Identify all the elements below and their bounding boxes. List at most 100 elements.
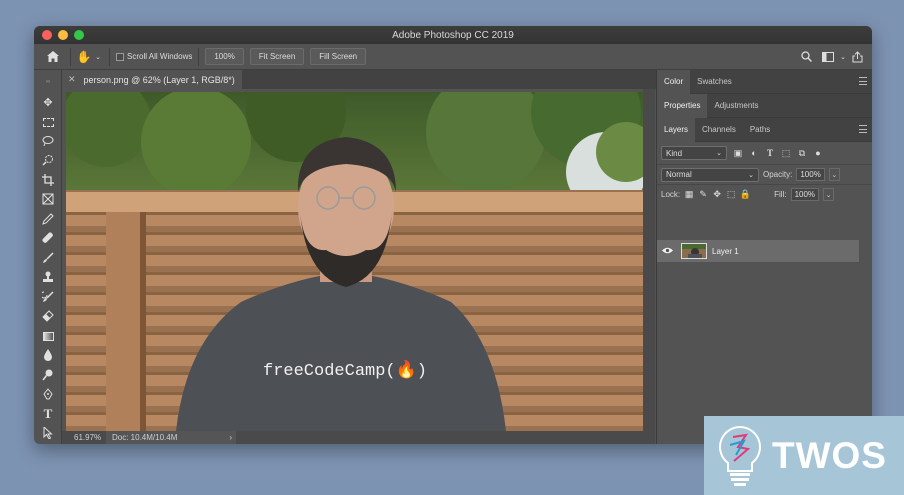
- healing-icon[interactable]: [40, 230, 56, 246]
- tab-properties[interactable]: Properties: [657, 93, 708, 118]
- filter-kind-value: Kind: [666, 148, 683, 158]
- zoom-100-button[interactable]: 100%: [205, 48, 244, 65]
- watermark-text: TWOS: [772, 434, 887, 476]
- home-icon[interactable]: [42, 51, 64, 62]
- frame-icon[interactable]: [40, 191, 56, 207]
- document-tab-title: person.png @ 62% (Layer 1, RGB/8*): [83, 74, 235, 85]
- smart-object-filter-icon[interactable]: ⧉: [797, 148, 807, 158]
- opacity-field[interactable]: 100%: [796, 168, 825, 181]
- layer-name: Layer 1: [712, 246, 739, 256]
- lightbulb-logo: [719, 425, 761, 486]
- gradient-icon[interactable]: [40, 328, 56, 344]
- stamp-icon[interactable]: [40, 269, 56, 285]
- options-bar: ✋ ⌄ Scroll All Windows 100% Fit Screen F…: [34, 44, 872, 70]
- eye-icon[interactable]: [657, 246, 677, 256]
- shirt-text: freeCodeCamp(🔥): [263, 359, 427, 381]
- zoom-level[interactable]: 61.97%: [62, 433, 106, 442]
- panel-menu-icon[interactable]: [859, 125, 867, 133]
- lock-position-icon[interactable]: ✥: [712, 189, 722, 200]
- layer-filter-row: Kind ⌄ ▣ ◐ T ⬚ ⧉ ●: [657, 142, 872, 164]
- fit-screen-button[interactable]: Fit Screen: [249, 48, 305, 65]
- close-window-button[interactable]: [42, 30, 52, 40]
- chevron-down-icon[interactable]: ⌄: [838, 53, 848, 61]
- window-title: Adobe Photoshop CC 2019: [392, 29, 514, 41]
- blend-mode-select[interactable]: Normal ⌄: [661, 167, 759, 182]
- tab-paths[interactable]: Paths: [743, 118, 777, 142]
- doc-size-info[interactable]: Doc: 10.4M/10.4M ›: [106, 431, 236, 444]
- blend-mode-value: Normal: [666, 170, 692, 179]
- lock-artboard-icon[interactable]: ⬚: [726, 189, 736, 200]
- workspace-icon[interactable]: [818, 51, 838, 62]
- chevron-down-icon[interactable]: ⌄: [93, 53, 103, 61]
- collapse-toolbar-icon[interactable]: ››: [40, 74, 56, 90]
- panel-menu-icon[interactable]: [859, 77, 867, 85]
- dodge-icon[interactable]: [40, 367, 56, 383]
- brush-icon[interactable]: [40, 250, 56, 266]
- photo-image: freeCodeCamp(🔥): [66, 92, 643, 431]
- blur-icon[interactable]: [40, 347, 56, 363]
- adjustment-filter-icon[interactable]: ◐: [749, 148, 759, 158]
- fill-dropdown-icon[interactable]: ⌄: [823, 188, 835, 201]
- type-filter-icon[interactable]: T: [765, 148, 775, 158]
- fill-screen-button[interactable]: Fill Screen: [310, 48, 367, 65]
- color-panel-tabs: Color Swatches: [657, 69, 872, 94]
- maximize-window-button[interactable]: [74, 30, 84, 40]
- scroll-all-windows-checkbox[interactable]: [116, 52, 124, 61]
- filter-toggle-icon[interactable]: ●: [813, 148, 823, 158]
- status-arrow-icon: ›: [229, 433, 232, 442]
- tab-layers[interactable]: Layers: [657, 117, 696, 142]
- document-tab-bar: ✕ person.png @ 62% (Layer 1, RGB/8*): [62, 70, 658, 89]
- hand-icon[interactable]: ✋: [75, 50, 93, 64]
- layer-row[interactable]: Layer 1: [657, 240, 859, 262]
- opacity-label: Opacity:: [763, 170, 793, 179]
- photoshop-window: Adobe Photoshop CC 2019 ✋ ⌄ Scroll All W…: [34, 26, 872, 444]
- close-tab-icon[interactable]: ✕: [68, 74, 76, 85]
- search-icon[interactable]: [798, 51, 814, 62]
- layer-thumbnail: [681, 243, 707, 259]
- pen-icon[interactable]: [40, 386, 56, 402]
- lock-pixels-icon[interactable]: ✎: [698, 189, 708, 200]
- crop-icon[interactable]: [40, 172, 56, 188]
- lock-transparent-icon[interactable]: ▦: [684, 189, 694, 200]
- twos-watermark: TWOS: [704, 416, 904, 495]
- tab-swatches[interactable]: Swatches: [690, 70, 739, 94]
- fill-label: Fill:: [774, 190, 787, 199]
- chevron-down-icon: ⌄: [716, 150, 722, 157]
- eyedropper-icon[interactable]: [40, 211, 56, 227]
- document-tab[interactable]: ✕ person.png @ 62% (Layer 1, RGB/8*): [62, 70, 242, 89]
- fill-field[interactable]: 100%: [790, 188, 820, 201]
- title-bar: Adobe Photoshop CC 2019: [34, 26, 872, 44]
- document-canvas[interactable]: freeCodeCamp(🔥): [66, 92, 643, 431]
- share-icon[interactable]: [848, 50, 866, 63]
- tab-adjustments[interactable]: Adjustments: [707, 94, 765, 118]
- divider: [109, 47, 110, 66]
- shape-filter-icon[interactable]: ⬚: [781, 148, 791, 158]
- tools-panel: ›› ✥ T: [34, 70, 62, 444]
- chevron-down-icon: ⌄: [748, 171, 754, 179]
- lock-all-icon[interactable]: 🔒: [740, 189, 751, 200]
- type-icon[interactable]: T: [40, 406, 56, 422]
- lock-row: Lock: ▦ ✎ ✥ ⬚ 🔒 Fill: 100% ⌄: [657, 184, 872, 204]
- quick-select-icon[interactable]: [40, 152, 56, 168]
- blend-row: Normal ⌄ Opacity: 100% ⌄: [657, 164, 872, 184]
- divider: [70, 47, 71, 66]
- layers-panel-tabs: Layers Channels Paths: [657, 117, 872, 142]
- opacity-dropdown-icon[interactable]: ⌄: [828, 168, 840, 181]
- window-controls: [42, 30, 84, 40]
- filter-kind-select[interactable]: Kind ⌄: [661, 146, 727, 160]
- vertical-scrollbar[interactable]: [643, 89, 655, 444]
- eraser-icon[interactable]: [40, 308, 56, 324]
- marquee-icon[interactable]: [40, 114, 56, 130]
- properties-panel-tabs: Properties Adjustments: [657, 93, 872, 118]
- tab-color[interactable]: Color: [657, 69, 691, 94]
- path-select-icon[interactable]: [40, 425, 56, 441]
- history-brush-icon[interactable]: [40, 289, 56, 305]
- lasso-icon[interactable]: [40, 133, 56, 149]
- minimize-window-button[interactable]: [58, 30, 68, 40]
- tab-channels[interactable]: Channels: [695, 118, 743, 142]
- move-icon[interactable]: ✥: [40, 94, 56, 110]
- divider: [198, 47, 200, 66]
- image-filter-icon[interactable]: ▣: [733, 148, 743, 158]
- lock-label: Lock:: [661, 190, 681, 199]
- status-bar: 61.97% Doc: 10.4M/10.4M ›: [62, 431, 643, 444]
